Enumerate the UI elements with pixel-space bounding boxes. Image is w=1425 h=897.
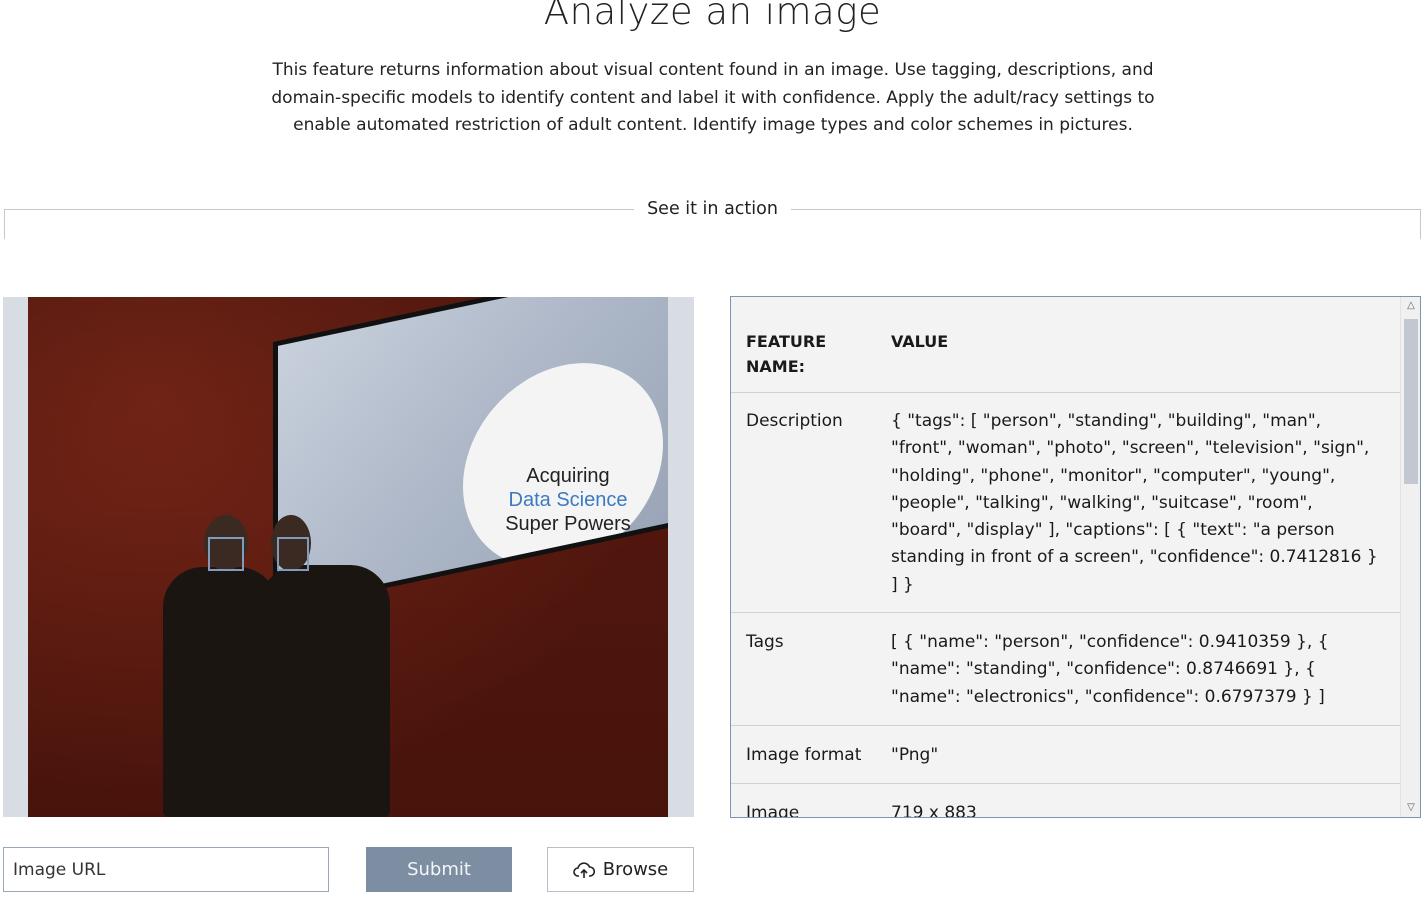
face-detection-box-2: [277, 537, 309, 571]
image-url-input[interactable]: [3, 847, 329, 892]
scroll-up-icon[interactable]: △: [1401, 297, 1420, 315]
cloud-upload-icon: [572, 861, 595, 878]
person-right-body: [260, 565, 390, 817]
analysis-results-table: FEATURE NAME: VALUE Description { "tags"…: [730, 296, 1421, 818]
feature-name: Description: [746, 411, 843, 431]
table-row: Image format "Png": [731, 726, 1400, 785]
face-detection-box-1: [208, 537, 244, 571]
table-row: Description { "tags": [ "person", "stand…: [731, 393, 1400, 614]
scrollbar-thumb[interactable]: [1404, 319, 1418, 484]
scroll-down-icon[interactable]: ▽: [1401, 799, 1420, 817]
table-header-row: FEATURE NAME: VALUE: [731, 297, 1400, 393]
feature-value: "Png": [891, 744, 939, 765]
feature-value: { "tags": [ "person", "standing", "build…: [891, 411, 1378, 595]
table-row: Tags [ { "name": "person", "confidence":…: [731, 613, 1400, 726]
slide-title-line-3: Super Powers: [505, 513, 631, 535]
intro-text: This feature returns information about v…: [271, 60, 1155, 135]
feature-name: Image dimensions: [746, 803, 800, 817]
table-row: Image dimensions 719 x 883: [731, 784, 1400, 817]
slide-title-line-1: Acquiring: [526, 465, 610, 487]
column-header-feature: FEATURE NAME:: [746, 332, 827, 376]
feature-value: [ { "name": "person", "confidence": 0.94…: [891, 632, 1329, 707]
feature-value: 719 x 883: [891, 803, 977, 817]
slide-title: Acquiring Data Science Super Powers: [488, 464, 648, 536]
analyzed-photo: Acquiring Data Science Super Powers: [28, 297, 668, 817]
image-preview-frame: Acquiring Data Science Super Powers: [3, 297, 694, 817]
feature-name: Image format: [746, 744, 862, 765]
browse-button[interactable]: Browse: [547, 847, 694, 892]
column-header-value: VALUE: [891, 332, 949, 351]
page-title: Analyze an image: [543, 0, 882, 33]
results-scrollbar[interactable]: △ ▽: [1400, 297, 1420, 817]
submit-button[interactable]: Submit: [366, 847, 512, 892]
feature-name: Tags: [746, 632, 784, 653]
section-title: See it in action: [634, 199, 791, 219]
page: Analyze an image This feature returns in…: [0, 0, 1425, 897]
browse-label: Browse: [602, 859, 669, 880]
slide-title-line-2: Data Science: [508, 489, 628, 511]
results-scroll-area[interactable]: FEATURE NAME: VALUE Description { "tags"…: [731, 297, 1400, 817]
